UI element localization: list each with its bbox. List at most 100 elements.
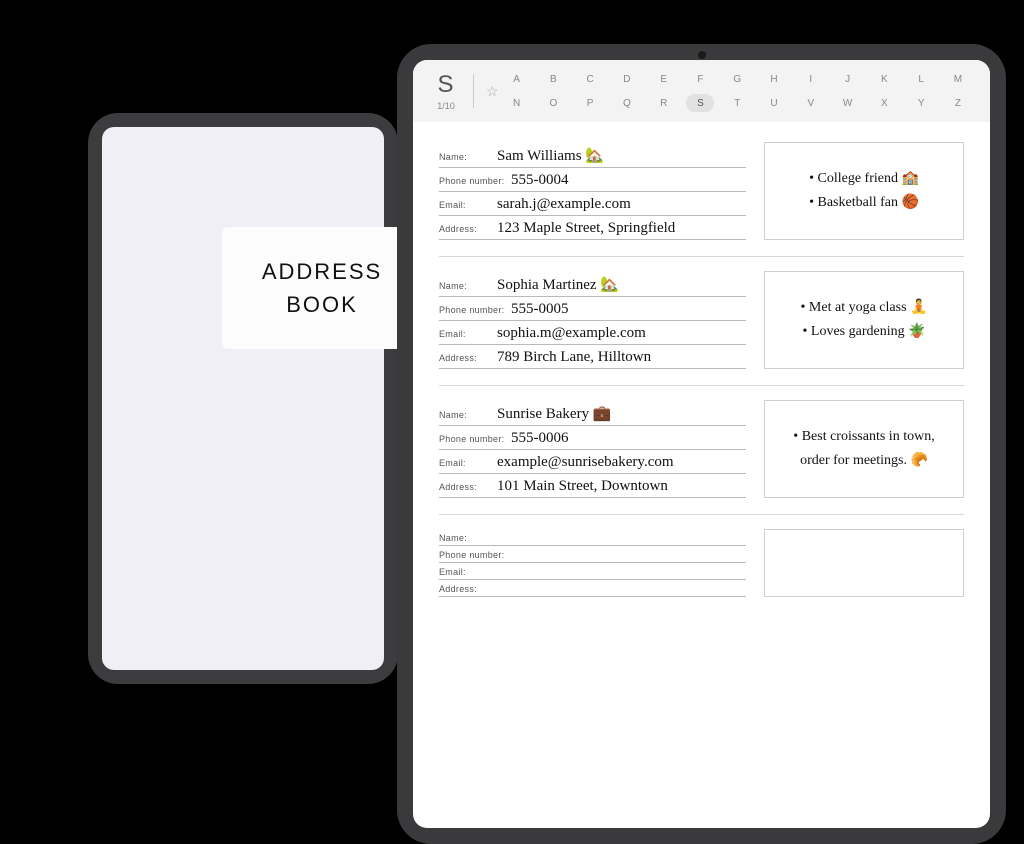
favorites-star-icon[interactable]: ☆ <box>486 83 499 100</box>
field-value-name[interactable]: Sunrise Bakery 💼 <box>497 404 612 423</box>
alpha-tab-q[interactable]: Q <box>613 94 641 112</box>
alpha-tab-x[interactable]: X <box>870 94 898 112</box>
field-label-name: Name: <box>439 152 497 162</box>
note-line: • Best croissants in town, order for mee… <box>777 425 951 473</box>
field-value-address[interactable]: 101 Main Street, Downtown <box>497 478 668 495</box>
cover-line1: ADDRESS <box>232 255 412 288</box>
current-letter: S <box>437 71 454 99</box>
note-line: • Basketball fan 🏀 <box>809 191 919 215</box>
field-row-email: Email:sarah.j@example.com <box>439 192 746 216</box>
alpha-tab-d[interactable]: D <box>613 70 641 88</box>
field-label-phone: Phone number: <box>439 305 511 315</box>
alpha-tab-y[interactable]: Y <box>907 94 935 112</box>
contact-card: Name:Sunrise Bakery 💼Phone number:555-00… <box>439 400 964 515</box>
alpha-tab-c[interactable]: C <box>576 70 604 88</box>
alpha-tab-w[interactable]: W <box>834 94 862 112</box>
contact-fields: Name:Sam Williams 🏡 Phone number:555-0004… <box>439 142 746 240</box>
alpha-row-2: NOPQRSTUVWXYZ <box>503 94 972 112</box>
field-row-email: Email:example@sunrisebakery.com <box>439 450 746 474</box>
field-row-email: Email: <box>439 563 746 580</box>
alpha-tab-a[interactable]: A <box>503 70 531 88</box>
field-row-name: Name:Sophia Martinez 🏡 <box>439 271 746 297</box>
alpha-tab-t[interactable]: T <box>723 94 751 112</box>
field-value-phone[interactable]: 555-0006 <box>511 430 569 447</box>
field-label-email: Email: <box>439 458 497 468</box>
field-row-address: Address:101 Main Street, Downtown <box>439 474 746 498</box>
alpha-tab-l[interactable]: L <box>907 70 935 88</box>
field-label-email: Email: <box>439 329 497 339</box>
field-row-name: Name: <box>439 529 746 546</box>
field-row-phone: Phone number:555-0005 <box>439 297 746 321</box>
alpha-tab-o[interactable]: O <box>539 94 567 112</box>
field-row-address: Address:789 Birch Lane, Hilltown <box>439 345 746 369</box>
field-row-name: Name:Sunrise Bakery 💼 <box>439 400 746 426</box>
field-value-email[interactable]: example@sunrisebakery.com <box>497 454 674 471</box>
note-line: • College friend 🏫 <box>809 167 919 191</box>
note-line: • Loves gardening 🪴 <box>802 320 925 344</box>
field-label-phone: Phone number: <box>439 434 511 444</box>
alpha-tab-e[interactable]: E <box>650 70 678 88</box>
field-label-name: Name: <box>439 533 497 543</box>
field-value-email[interactable]: sophia.m@example.com <box>497 325 646 342</box>
contact-notes[interactable] <box>764 529 964 597</box>
field-value-name[interactable]: Sam Williams 🏡 <box>497 146 604 165</box>
cover-line2: BOOK <box>232 288 412 321</box>
alpha-tab-v[interactable]: V <box>797 94 825 112</box>
alpha-tab-u[interactable]: U <box>760 94 788 112</box>
alpha-tab-n[interactable]: N <box>503 94 531 112</box>
contact-card: Name: Phone number: Email: Address: <box>439 529 964 613</box>
alpha-tab-m[interactable]: M <box>944 70 972 88</box>
field-label-name: Name: <box>439 410 497 420</box>
alpha-tab-f[interactable]: F <box>686 70 714 88</box>
field-label-address: Address: <box>439 482 497 492</box>
contact-card: Name:Sophia Martinez 🏡Phone number:555-0… <box>439 271 964 386</box>
alpha-tab-s[interactable]: S <box>686 94 714 112</box>
field-value-phone[interactable]: 555-0005 <box>511 301 569 318</box>
field-value-phone[interactable]: 555-0004 <box>511 172 569 189</box>
contact-notes[interactable]: • Best croissants in town, order for mee… <box>764 400 964 498</box>
field-row-phone: Phone number: <box>439 546 746 563</box>
field-label-phone: Phone number: <box>439 176 511 186</box>
contact-fields: Name:Sophia Martinez 🏡Phone number:555-0… <box>439 271 746 369</box>
field-value-address[interactable]: 789 Birch Lane, Hilltown <box>497 349 651 366</box>
field-row-email: Email:sophia.m@example.com <box>439 321 746 345</box>
field-label-address: Address: <box>439 224 497 234</box>
contact-card: Name:Sam Williams 🏡 Phone number:555-0004… <box>439 142 964 257</box>
camera-dot <box>698 51 706 59</box>
tablet-back-device: ADDRESS BOOK <box>88 113 398 684</box>
field-row-name: Name:Sam Williams 🏡 <box>439 142 746 168</box>
alpha-tab-r[interactable]: R <box>650 94 678 112</box>
current-letter-group: S 1/10 <box>431 71 461 111</box>
alpha-tab-g[interactable]: G <box>723 70 751 88</box>
alpha-tab-j[interactable]: J <box>834 70 862 88</box>
field-row-address: Address:123 Maple Street, Springfield <box>439 216 746 240</box>
note-line: • Met at yoga class 🧘 <box>801 296 928 320</box>
field-row-phone: Phone number:555-0006 <box>439 426 746 450</box>
tablet-front-screen: S 1/10 ☆ ABCDEFGHIJKLM NOPQRSTUVWXYZ Nam… <box>413 60 990 828</box>
alpha-grid: ABCDEFGHIJKLM NOPQRSTUVWXYZ <box>503 70 972 112</box>
field-row-address: Address: <box>439 580 746 597</box>
alpha-index-bar: S 1/10 ☆ ABCDEFGHIJKLM NOPQRSTUVWXYZ <box>413 60 990 122</box>
field-value-email[interactable]: sarah.j@example.com <box>497 196 631 213</box>
field-value-name[interactable]: Sophia Martinez 🏡 <box>497 275 619 294</box>
alpha-tab-i[interactable]: I <box>797 70 825 88</box>
contacts-list: Name:Sam Williams 🏡Phone number:555-0004… <box>413 122 990 828</box>
contact-notes[interactable]: • College friend 🏫• Basketball fan 🏀 <box>764 142 964 240</box>
alpha-tab-z[interactable]: Z <box>944 94 972 112</box>
field-label-address: Address: <box>439 584 497 594</box>
address-book-cover: ADDRESS BOOK <box>222 227 422 349</box>
alpha-tab-h[interactable]: H <box>760 70 788 88</box>
contact-fields: Name: Phone number: Email: Address: <box>439 529 746 597</box>
field-label-phone: Phone number: <box>439 550 511 560</box>
alpha-tab-b[interactable]: B <box>539 70 567 88</box>
alpha-row-1: ABCDEFGHIJKLM <box>503 70 972 88</box>
contact-notes[interactable]: • Met at yoga class 🧘• Loves gardening 🪴 <box>764 271 964 369</box>
tablet-back-screen: ADDRESS BOOK <box>102 127 384 670</box>
alpha-tab-k[interactable]: K <box>870 70 898 88</box>
field-label-email: Email: <box>439 200 497 210</box>
alpha-tab-p[interactable]: P <box>576 94 604 112</box>
page-indicator: 1/10 <box>437 101 455 111</box>
field-label-address: Address: <box>439 353 497 363</box>
field-value-address[interactable]: 123 Maple Street, Springfield <box>497 220 675 237</box>
field-label-name: Name: <box>439 281 497 291</box>
